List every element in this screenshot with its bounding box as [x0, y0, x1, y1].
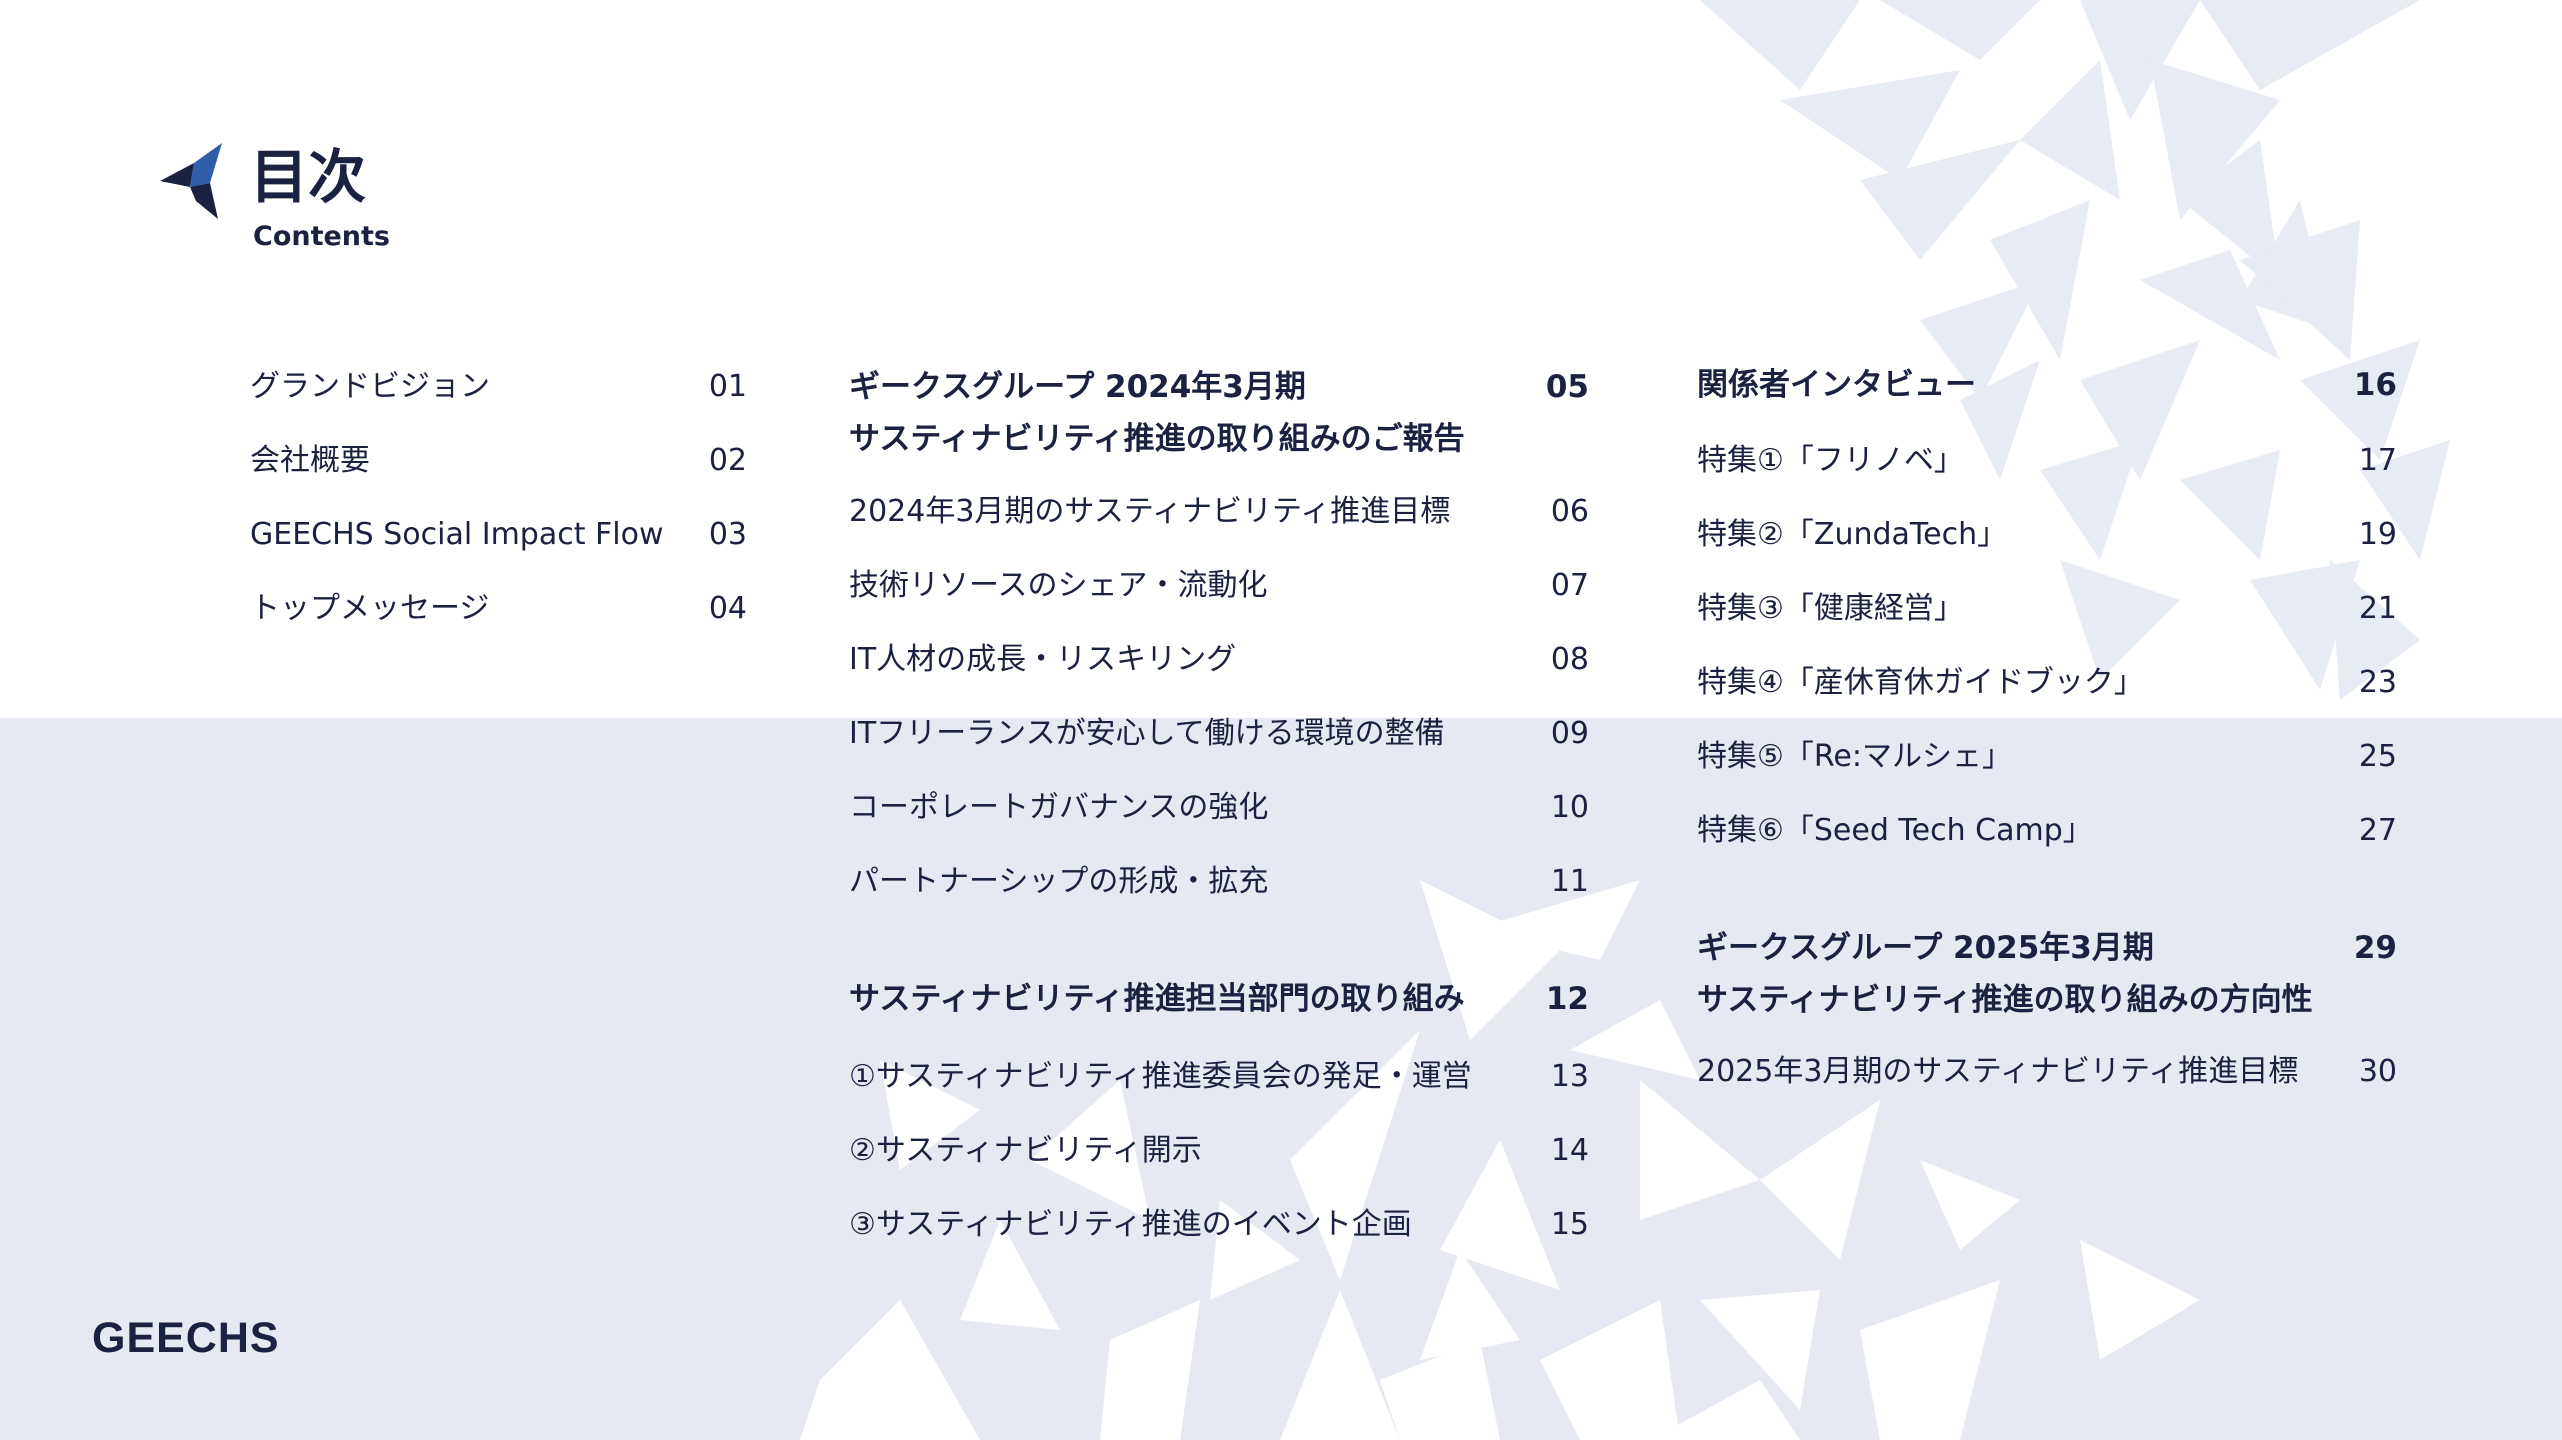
toc-entry-label: 特集①「フリノベ」: [1697, 443, 1964, 478]
toc-entry-label: 2025年3月期のサスティナビリティ推進目標: [1697, 1054, 2299, 1089]
toc-entry-label: GEECHS Social Impact Flow: [250, 517, 664, 552]
toc-entry-label: ①サスティナビリティ推進委員会の発足・運営: [849, 1059, 1472, 1094]
toc-entry-tech-resource-sharing[interactable]: 技術リソースのシェア・流動化 07: [849, 564, 1589, 608]
toc-entry-label: 特集⑤「Re:マルシェ」: [1697, 739, 2012, 774]
toc-entry-partnership[interactable]: パートナーシップの形成・拡充 11: [849, 860, 1589, 904]
toc-entry-page: 06: [1550, 494, 1589, 529]
toc-entry-disclosure[interactable]: ②サスティナビリティ開示 14: [849, 1129, 1589, 1173]
toc-entry-page: 27: [2358, 813, 2397, 848]
toc-heading-page: 12: [1545, 981, 1589, 1017]
toc-entry-page: 10: [1550, 790, 1589, 825]
toc-entry-label: 特集③「健康経営」: [1697, 591, 1964, 626]
toc-entry-feature-6[interactable]: 特集⑥「Seed Tech Camp」 27: [1697, 809, 2397, 853]
toc-entry-social-impact-flow[interactable]: GEECHS Social Impact Flow 03: [250, 513, 747, 557]
toc-entry-label: グランドビジョン: [250, 369, 490, 404]
page-title: 目次: [250, 143, 367, 211]
toc-entry-label: パートナーシップの形成・拡充: [849, 864, 1269, 899]
toc-entry-page: 01: [708, 369, 747, 404]
toc-entry-label: IT人材の成長・リスキリング: [849, 642, 1237, 677]
toc-entry-feature-1[interactable]: 特集①「フリノベ」 17: [1697, 439, 2397, 483]
toc-heading-line: サスティナビリティ推進の取り組みのご報告: [849, 421, 1465, 457]
toc-entry-company-overview[interactable]: 会社概要 02: [250, 439, 747, 483]
toc-entry-page: 07: [1550, 568, 1589, 603]
toc-entry-committee[interactable]: ①サスティナビリティ推進委員会の発足・運営 13: [849, 1055, 1589, 1099]
toc-entry-top-message[interactable]: トップメッセージ 04: [250, 587, 747, 631]
toc-heading-line: 関係者インタビュー: [1697, 367, 1976, 403]
toc-entry-feature-4[interactable]: 特集④「産休育休ガイドブック」 23: [1697, 661, 2397, 705]
toc-entry-corporate-governance[interactable]: コーポレートガバナンスの強化 10: [849, 786, 1589, 830]
toc-section-heading-interviews[interactable]: 関係者インタビュー 16: [1697, 359, 2397, 411]
toc-entry-page: 15: [1550, 1207, 1589, 1242]
toc-heading-page: 16: [2353, 367, 2397, 403]
toc-entry-it-talent-growth[interactable]: IT人材の成長・リスキリング 08: [849, 638, 1589, 682]
toc-entry-label: 特集②「ZundaTech」: [1697, 517, 2008, 552]
toc-entry-2024-targets[interactable]: 2024年3月期のサスティナビリティ推進目標 06: [849, 490, 1589, 534]
toc-entry-2025-targets[interactable]: 2025年3月期のサスティナビリティ推進目標 30: [1697, 1050, 2397, 1094]
toc-heading-line: サスティナビリティ推進の取り組みの方向性: [1697, 982, 2313, 1018]
toc-entry-label: 特集⑥「Seed Tech Camp」: [1697, 813, 2093, 848]
toc-entry-label: コーポレートガバナンスの強化: [849, 790, 1269, 825]
toc-entry-label: ITフリーランスが安心して働ける環境の整備: [849, 716, 1445, 751]
toc-entry-page: 19: [2358, 517, 2397, 552]
page-subtitle: Contents: [253, 221, 391, 252]
toc-entry-page: 02: [708, 443, 747, 478]
toc-section-heading-2025-direction[interactable]: ギークスグループ 2025年3月期 サスティナビリティ推進の取り組みの方向性 2…: [1697, 922, 2397, 1026]
toc-heading-line: ギークスグループ 2025年3月期: [1697, 930, 2154, 966]
geechs-star-icon: [160, 143, 222, 219]
toc-entry-label: ②サスティナビリティ開示: [849, 1133, 1202, 1168]
toc-entry-label: 会社概要: [250, 443, 370, 478]
toc-entry-page: 17: [2358, 443, 2397, 478]
toc-entry-page: 25: [2358, 739, 2397, 774]
toc-heading-line: サスティナビリティ推進担当部門の取り組み: [849, 981, 1465, 1017]
toc-heading-page: 05: [1545, 369, 1589, 405]
toc-entry-page: 04: [708, 591, 747, 626]
toc-heading-line: ギークスグループ 2024年3月期: [849, 369, 1306, 405]
toc-entry-label: 2024年3月期のサスティナビリティ推進目標: [849, 494, 1451, 529]
geechs-brand-logo: GEECHS: [92, 1314, 280, 1362]
toc-section-heading-2024-report[interactable]: ギークスグループ 2024年3月期 サスティナビリティ推進の取り組みのご報告 0…: [849, 361, 1589, 465]
toc-entry-feature-3[interactable]: 特集③「健康経営」 21: [1697, 587, 2397, 631]
toc-entry-freelance-environment[interactable]: ITフリーランスが安心して働ける環境の整備 09: [849, 712, 1589, 756]
toc-entry-grand-vision[interactable]: グランドビジョン 01: [250, 365, 747, 409]
toc-entry-page: 08: [1550, 642, 1589, 677]
toc-entry-page: 09: [1550, 716, 1589, 751]
toc-entry-label: トップメッセージ: [250, 591, 490, 626]
toc-entry-page: 03: [708, 517, 747, 552]
toc-entry-page: 30: [2358, 1054, 2397, 1089]
toc-entry-feature-5[interactable]: 特集⑤「Re:マルシェ」 25: [1697, 735, 2397, 779]
toc-section-heading-sustainability-dept[interactable]: サスティナビリティ推進担当部門の取り組み 12: [849, 973, 1589, 1025]
toc-entry-page: 11: [1550, 864, 1589, 899]
toc-entry-page: 21: [2358, 591, 2397, 626]
toc-entry-feature-2[interactable]: 特集②「ZundaTech」 19: [1697, 513, 2397, 557]
toc-entry-page: 14: [1550, 1133, 1589, 1168]
toc-entry-label: ③サスティナビリティ推進のイベント企画: [849, 1207, 1412, 1242]
toc-heading-page: 29: [2353, 930, 2397, 966]
toc-entry-label: 技術リソースのシェア・流動化: [849, 568, 1268, 603]
toc-entry-event-planning[interactable]: ③サスティナビリティ推進のイベント企画 15: [849, 1203, 1589, 1247]
toc-entry-page: 23: [2358, 665, 2397, 700]
toc-entry-page: 13: [1550, 1059, 1589, 1094]
toc-entry-label: 特集④「産休育休ガイドブック」: [1697, 665, 2144, 700]
